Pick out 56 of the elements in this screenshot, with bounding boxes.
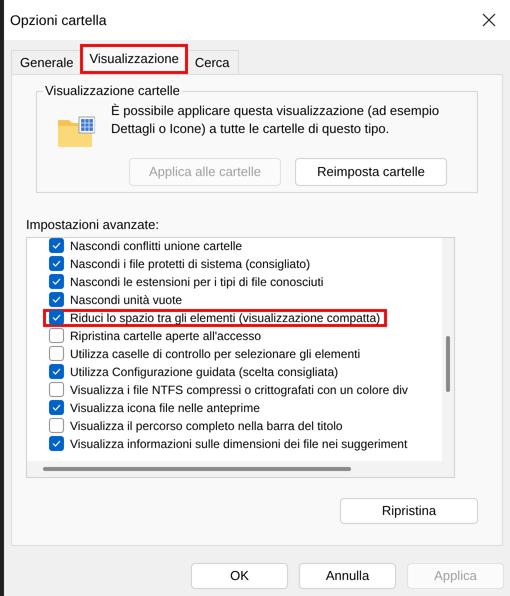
checkbox[interactable] bbox=[49, 274, 64, 289]
checkbox-label: Utilizza Configurazione guidata (scelta consigliata) bbox=[70, 364, 340, 380]
checkmark-icon bbox=[52, 296, 61, 303]
checkbox-label: Visualizza icona file nelle anteprime bbox=[70, 400, 261, 416]
checkbox[interactable] bbox=[49, 346, 64, 361]
description-text: È possibile applicare questa visualizzazione (ad esempio Dettagli o Icone) a tutte le cartelle di questo tipo. bbox=[111, 102, 440, 138]
action-button[interactable]: Annulla bbox=[299, 563, 396, 589]
checkmark-icon bbox=[52, 368, 61, 375]
section-label: Impostazioni avanzate: bbox=[26, 216, 160, 234]
window-title: Opzioni cartella bbox=[10, 10, 106, 30]
tab[interactable]: Visualizzazione bbox=[80, 44, 188, 74]
action-button[interactable]: Ripristina bbox=[340, 498, 478, 524]
checkbox[interactable] bbox=[49, 328, 64, 343]
tab[interactable]: Generale bbox=[11, 50, 82, 74]
checkbox-label: Visualizza informazioni sulle dimensioni dei file nei suggeriment bbox=[70, 436, 408, 452]
checkbox-row[interactable]: Nascondi unità vuote bbox=[43, 290, 442, 308]
vertical-scrollbar[interactable] bbox=[442, 238, 454, 460]
checkbox-label: Visualizza il percorso completo nella barra del titolo bbox=[70, 418, 344, 434]
checkbox-label: Ripristina cartelle aperte all'accesso bbox=[70, 328, 262, 344]
checkmark-icon bbox=[52, 278, 61, 285]
checkmark-icon bbox=[52, 404, 61, 411]
action-button[interactable]: OK bbox=[191, 563, 288, 589]
checkbox-row[interactable]: Utilizza Configurazione guidata (scelta consigliata) bbox=[43, 362, 442, 380]
checkmark-icon bbox=[52, 314, 61, 321]
checkbox[interactable] bbox=[49, 382, 64, 397]
horizontal-scrollbar[interactable] bbox=[27, 460, 454, 476]
checkbox[interactable] bbox=[49, 364, 64, 379]
checkbox-label: Utilizza caselle di controllo per selezionare gli elementi bbox=[70, 346, 362, 362]
checkbox-label: Nascondi unità vuote bbox=[70, 292, 184, 308]
checkmark-icon bbox=[52, 440, 61, 447]
checkbox-row[interactable]: Ripristina cartelle aperte all'accesso bbox=[43, 326, 442, 344]
checkbox-row[interactable]: Visualizza i file NTFS compressi o crittografati con un colore div bbox=[43, 380, 442, 398]
action-button[interactable]: Reimposta cartelle bbox=[295, 158, 447, 186]
checkbox-row[interactable]: Visualizza informazioni sulle dimensioni dei file nei suggeriment bbox=[43, 434, 442, 452]
checkbox-label: Nascondi conflitti unione cartelle bbox=[70, 238, 244, 254]
checkbox[interactable] bbox=[49, 256, 64, 271]
checkbox[interactable] bbox=[49, 400, 64, 415]
folder-icon bbox=[57, 116, 95, 148]
checkmark-icon bbox=[52, 242, 61, 249]
close-icon[interactable] bbox=[482, 13, 496, 27]
checkmark-icon bbox=[52, 260, 61, 267]
checkbox-row[interactable]: Visualizza il percorso completo nella barra del titolo bbox=[43, 416, 442, 434]
checkbox[interactable] bbox=[49, 292, 64, 307]
checkbox-label: Nascondi le estensioni per i tipi di file conosciuti bbox=[70, 274, 324, 290]
checkbox-label: Visualizza i file NTFS compressi o crittografati con un colore div bbox=[70, 382, 409, 398]
checkbox[interactable] bbox=[49, 310, 64, 325]
checkbox[interactable] bbox=[49, 238, 64, 253]
checkbox-label: Nascondi i file protetti di sistema (consigliato) bbox=[70, 256, 312, 272]
tab[interactable]: Cerca bbox=[186, 50, 239, 74]
checkbox-row[interactable]: Utilizza caselle di controllo per selezionare gli elementi bbox=[43, 344, 442, 362]
checkbox-row[interactable]: Nascondi conflitti unione cartelle bbox=[43, 238, 442, 254]
checkbox-row[interactable]: Nascondi i file protetti di sistema (consigliato) bbox=[43, 254, 442, 272]
checkbox[interactable] bbox=[49, 436, 64, 451]
checkbox-row[interactable]: Nascondi le estensioni per i tipi di file conosciuti bbox=[43, 272, 442, 290]
checkbox[interactable] bbox=[49, 418, 64, 433]
checkbox-row[interactable]: Visualizza icona file nelle anteprime bbox=[43, 398, 442, 416]
